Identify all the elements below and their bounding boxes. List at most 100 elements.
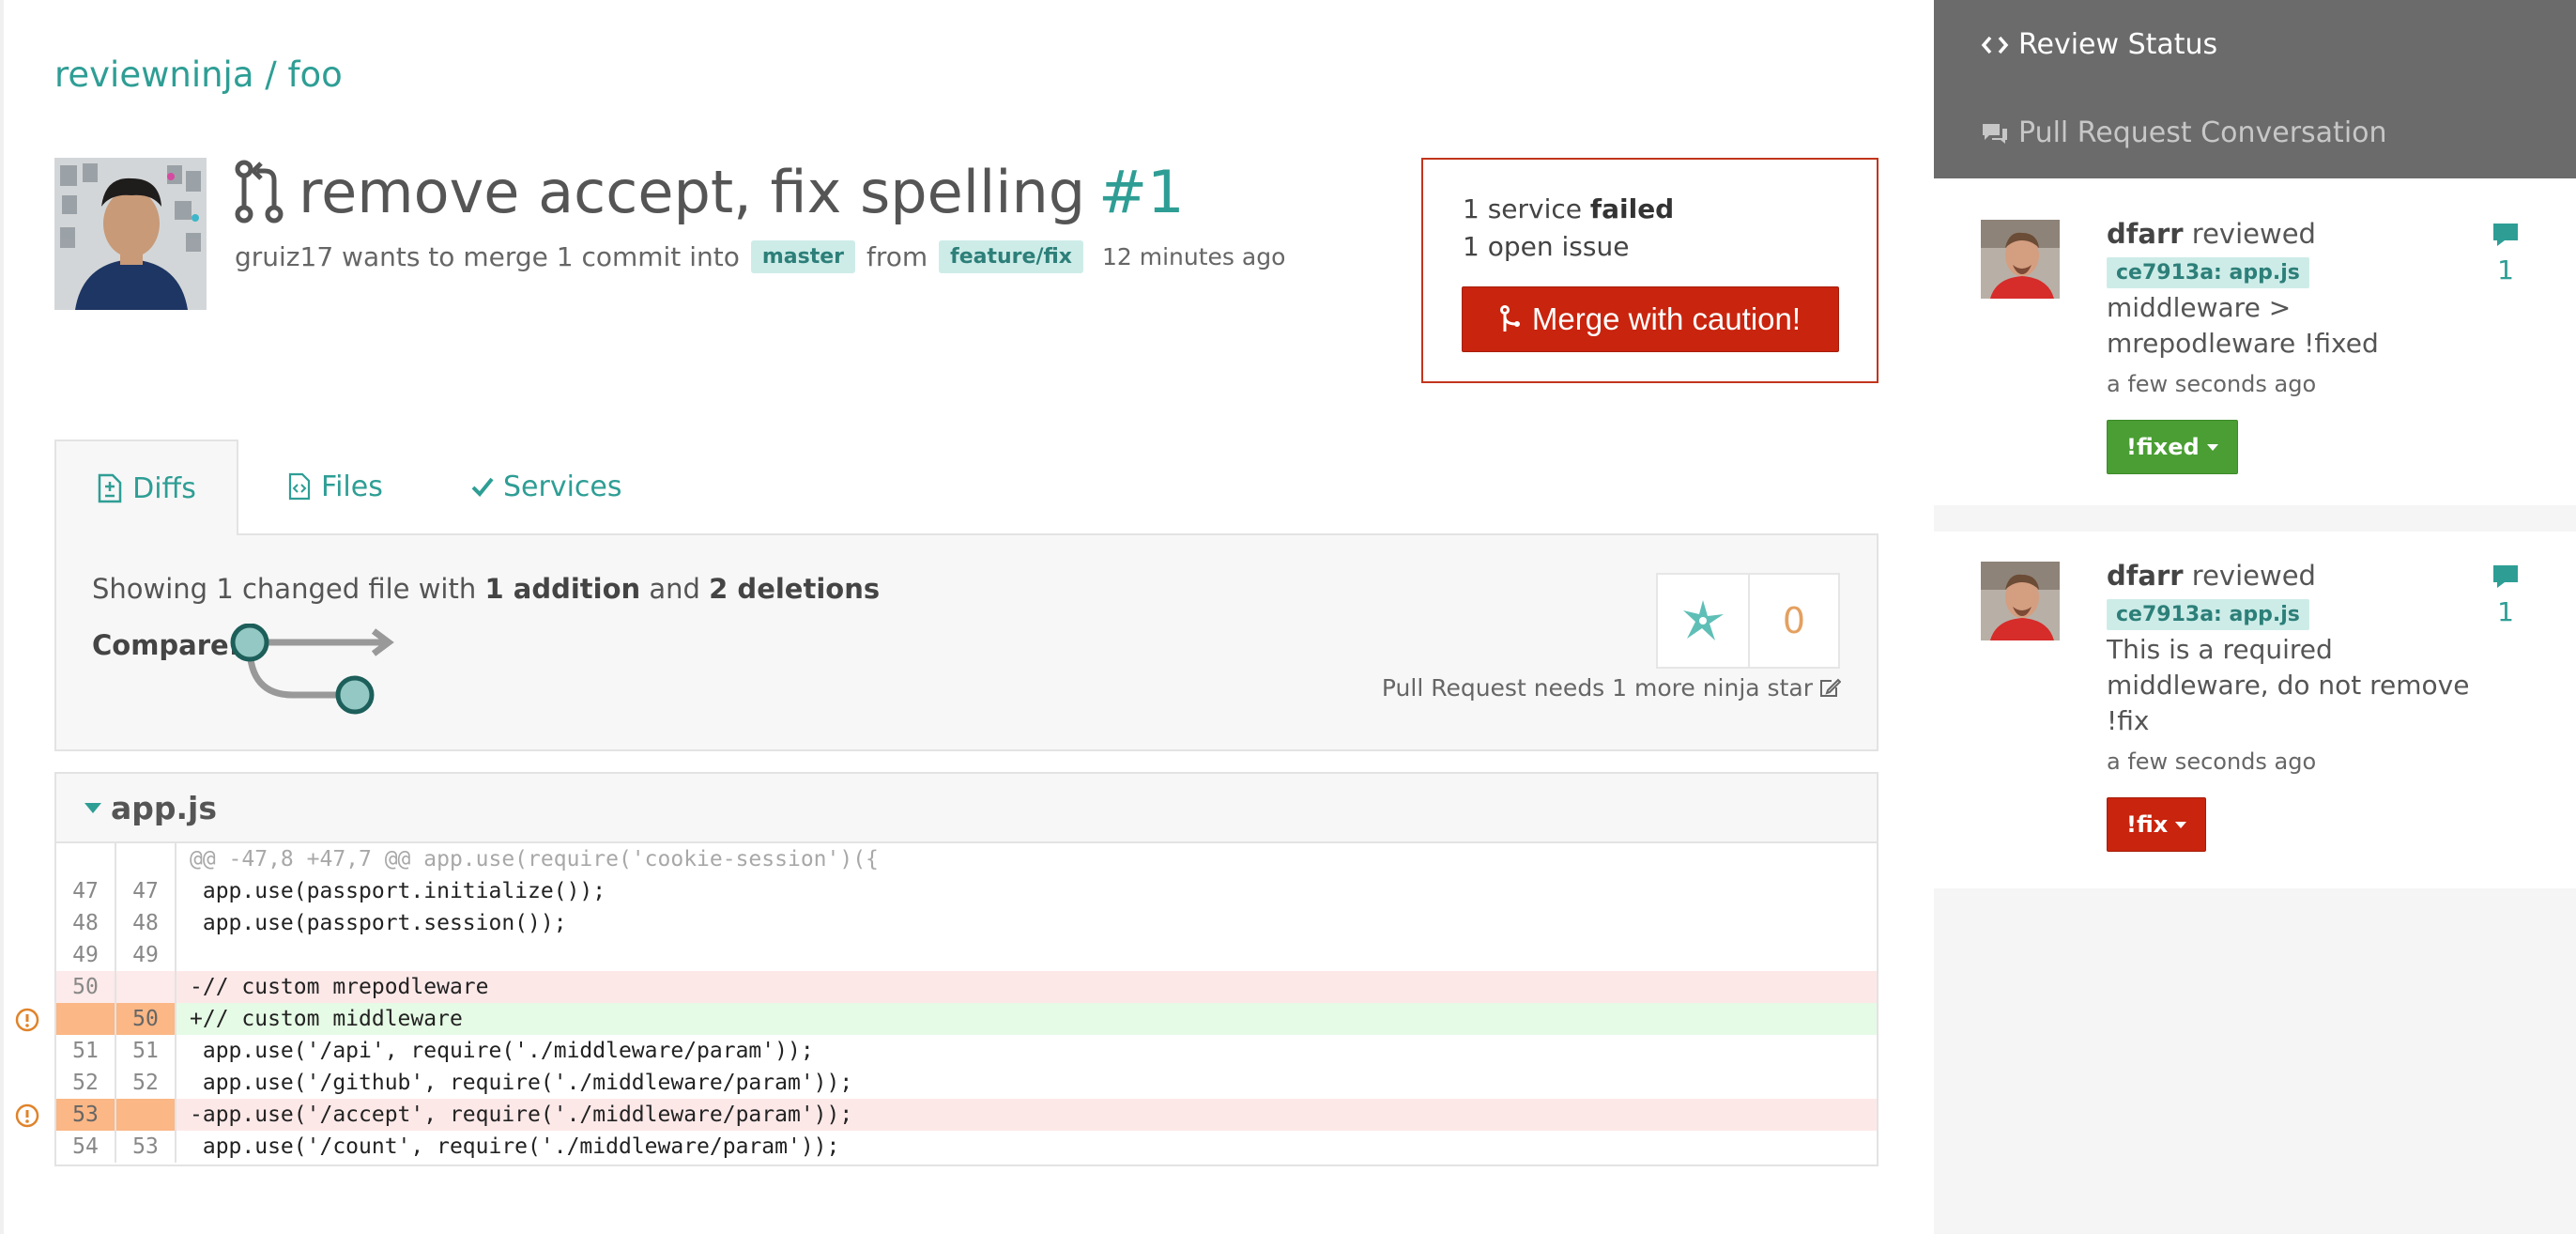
new-line-number[interactable]: 53	[116, 1131, 176, 1163]
reviewer-name[interactable]: dfarr	[2107, 560, 2184, 592]
file-code-icon	[288, 472, 311, 501]
comment-body: dfarr reviewed ce7913a: app.js middlewar…	[2107, 218, 2538, 474]
reviewer-name[interactable]: dfarr	[2107, 218, 2184, 250]
old-line-number[interactable]: 52	[56, 1067, 116, 1099]
new-line-number[interactable]	[116, 971, 176, 1003]
pr-number-link[interactable]: #1	[1098, 158, 1184, 226]
pr-author-text: gruiz17 wants to merge 1 commit into	[235, 241, 740, 272]
comment-count[interactable]: 1	[2492, 563, 2520, 627]
pull-request-icon	[235, 160, 284, 224]
old-line-number[interactable]: 48	[56, 907, 116, 939]
tab-files[interactable]: Files	[287, 440, 383, 533]
reviewer-avatar[interactable]	[1981, 220, 2060, 299]
open-issues-count: 1 open issue	[1463, 231, 1630, 262]
diff-summary-panel: Showing 1 changed file with 1 addition a…	[54, 533, 1878, 751]
star-count: 0	[1782, 600, 1806, 641]
tab-diffs[interactable]: Diffs	[54, 440, 238, 535]
fixed-status-dropdown[interactable]: !fixed	[2107, 420, 2238, 474]
comment-text: middleware > mrepodleware !fixed	[2107, 292, 2379, 359]
repo-breadcrumb[interactable]: reviewninja / foo	[54, 54, 343, 95]
compare-head-node[interactable]	[335, 675, 375, 715]
tab-services[interactable]: Services	[471, 440, 622, 533]
diff-line-row[interactable]: 53 -app.use('/accept', require('./middlew…	[15, 1099, 1877, 1131]
compare-graph[interactable]	[227, 624, 396, 727]
ninja-star-icon	[1683, 600, 1724, 640]
pr-time-ago: 12 minutes ago	[1101, 243, 1286, 270]
hunk-header: @@ -47,8 +47,7 @@ app.use(require('cooki…	[190, 847, 879, 872]
diff-line-code: -// custom mrepodleware	[190, 975, 489, 999]
diff-line-code: app.use('/count', require('./middleware/…	[190, 1134, 840, 1159]
new-line-number[interactable]: 52	[116, 1067, 176, 1099]
author-avatar[interactable]	[54, 158, 207, 310]
pr-title: remove accept, fix spelling	[299, 157, 1086, 226]
main-content: reviewninja / foo remove accept, fix spe…	[0, 0, 1934, 1234]
diff-line-code: app.use(passport.initialize());	[190, 879, 606, 903]
base-branch-badge[interactable]: master	[750, 240, 855, 273]
diff-line-row[interactable]: 52 52 app.use('/github', require('./middl…	[56, 1067, 1877, 1099]
old-line-number[interactable]: 51	[56, 1035, 116, 1067]
diff-line-code	[176, 939, 1877, 971]
review-comment-card: dfarr reviewed ce7913a: app.js This is a…	[1934, 532, 2576, 888]
service-state: failed	[1589, 193, 1675, 224]
new-line-number[interactable]: 50	[116, 1003, 176, 1035]
new-line-number[interactable]: 48	[116, 907, 176, 939]
new-line-number[interactable]	[116, 1099, 176, 1131]
comment-count[interactable]: 1	[2492, 222, 2520, 285]
old-line-number[interactable]: 49	[56, 939, 116, 971]
changes-summary: Showing 1 changed file with 1 addition a…	[92, 573, 881, 605]
ninja-star-button[interactable]	[1658, 575, 1750, 667]
head-branch-badge[interactable]: feature/fix	[939, 240, 1083, 273]
diff-line-row[interactable]: 50 -// custom mrepodleware	[56, 971, 1877, 1003]
service-status: 1 service failed	[1463, 193, 1675, 224]
fix-status-dropdown[interactable]: !fix	[2107, 797, 2207, 852]
merge-icon	[1499, 305, 1520, 332]
from-text: from	[866, 241, 928, 272]
diff-line-code: app.use('/api', require('./middleware/pa…	[190, 1039, 814, 1063]
comment-time: a few seconds ago	[2107, 748, 2317, 775]
conversation-label: Pull Request Conversation	[2018, 116, 2387, 149]
deletions-count: 2 deletions	[709, 573, 881, 605]
new-line-number[interactable]: 49	[116, 939, 176, 971]
commit-file-tag[interactable]: ce7913a: app.js	[2107, 257, 2309, 288]
merge-status-box: 1 service failed 1 open issue Merge with…	[1421, 158, 1878, 383]
file-header[interactable]: app.js	[56, 774, 1877, 843]
sidebar: Review Status Pull Request Conversation …	[1934, 0, 2576, 1234]
reviewer-avatar[interactable]	[1981, 562, 2060, 640]
diff-line-row[interactable]: 54 53 app.use('/count', require('./middle…	[56, 1131, 1877, 1163]
edit-icon[interactable]	[1818, 678, 1841, 699]
comment-icon	[2493, 565, 2518, 588]
old-line-number[interactable]: 50	[56, 971, 116, 1003]
old-line-number[interactable]	[56, 1003, 116, 1035]
old-line-number[interactable]: 54	[56, 1131, 116, 1163]
file-diff-icon	[98, 473, 122, 503]
issue-warning-icon[interactable]	[15, 1008, 39, 1032]
caret-down-icon[interactable]	[84, 802, 101, 813]
diff-line-row[interactable]: 50 +// custom middleware	[15, 1003, 1877, 1035]
issue-warning-icon[interactable]	[15, 1103, 39, 1128]
old-line-number[interactable]: 53	[56, 1099, 116, 1131]
compare-label: Compare:	[92, 629, 240, 661]
old-line-number[interactable]: 47	[56, 875, 116, 907]
comment-time: a few seconds ago	[2107, 371, 2317, 397]
new-line-number[interactable]: 51	[116, 1035, 176, 1067]
file-diff-panel: app.js @@ -47,8 +47,7 @@ app.use(require…	[15, 772, 1878, 1166]
pr-title-row: remove accept, fix spelling #1	[233, 154, 1185, 229]
diff-line-code: app.use(passport.session());	[190, 911, 567, 935]
review-status-label: Review Status	[2018, 28, 2218, 61]
hunk-header-row: @@ -47,8 +47,7 @@ app.use(require('cooki…	[56, 843, 1877, 875]
tab-diffs-label: Diffs	[132, 471, 196, 505]
conversation-link[interactable]: Pull Request Conversation	[1981, 116, 2387, 149]
additions-count: 1 addition	[484, 573, 641, 605]
diff-line-row[interactable]: 49 49	[56, 939, 1877, 971]
dropdown-caret-icon	[2175, 821, 2187, 828]
compare-base-node[interactable]	[230, 624, 269, 662]
merge-button[interactable]: Merge with caution!	[1462, 286, 1839, 352]
diff-line-row[interactable]: 51 51 app.use('/api', require('./middlewa…	[56, 1035, 1877, 1067]
review-status-link[interactable]: Review Status	[1981, 28, 2217, 61]
diff-line-row[interactable]: 47 47 app.use(passport.initialize());	[56, 875, 1877, 907]
comment-icon	[2493, 224, 2518, 246]
commit-file-tag[interactable]: ce7913a: app.js	[2107, 599, 2309, 630]
left-edge	[0, 0, 4, 1234]
new-line-number[interactable]: 47	[116, 875, 176, 907]
diff-line-row[interactable]: 48 48 app.use(passport.session());	[56, 907, 1877, 939]
